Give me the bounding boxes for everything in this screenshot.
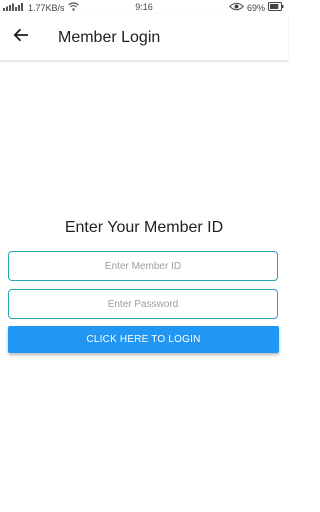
- app-bar: Member Login: [0, 14, 288, 61]
- login-prompt: Enter Your Member ID: [64, 219, 224, 236]
- eye-icon: [229, 2, 244, 13]
- status-bar: 1.77KB/s 9:16 69%: [0, 0, 288, 14]
- battery-percent: 69%: [246, 2, 265, 13]
- page-title: Member Login: [58, 29, 161, 46]
- battery-icon: [268, 2, 284, 13]
- password-field[interactable]: [8, 289, 278, 319]
- member-id-input[interactable]: [9, 251, 277, 281]
- login-button[interactable]: CLICK HERE TO LOGIN: [8, 326, 279, 353]
- status-right: 69%: [229, 2, 284, 13]
- back-button[interactable]: [8, 25, 34, 49]
- arrow-left-icon: [13, 28, 29, 47]
- password-input[interactable]: [9, 289, 277, 319]
- member-id-field[interactable]: [8, 251, 278, 281]
